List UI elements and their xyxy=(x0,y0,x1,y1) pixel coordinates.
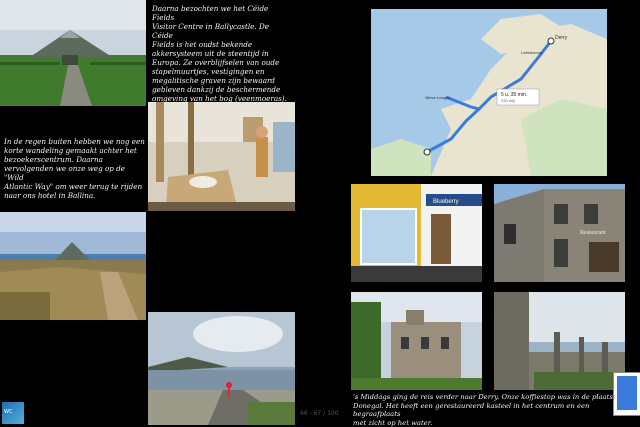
text-walk: In de regen buiten hebben we nog een kor… xyxy=(4,137,145,200)
photo-blueberry-shop: Blueberry xyxy=(351,184,482,282)
map-label-start: Slieve League xyxy=(425,95,451,100)
photo-pyramid-bog xyxy=(0,212,146,320)
logo-icon[interactable]: WC xyxy=(2,402,24,424)
map-label-derry: Derry xyxy=(555,35,568,41)
text-visitor-centre: Daarna bezochten we het Céide Fields Vis… xyxy=(152,4,287,103)
logo-text: WC xyxy=(4,409,13,415)
thumbnail-nav[interactable] xyxy=(613,372,640,416)
photo-pyramid-visitor-centre xyxy=(0,0,146,106)
map-route[interactable]: 5 u. 35 min. 230 mijl Derry Letterkenny … xyxy=(371,9,607,176)
restaurant-sign: Restaurant xyxy=(580,230,606,236)
photo-graveyard-water xyxy=(494,292,625,390)
map-label-letterkenny: Letterkenny xyxy=(521,50,542,55)
photo-road-cloudy-sky xyxy=(148,312,295,425)
photo-donegal-castle xyxy=(351,292,482,390)
text-derry: 's Middags ging de reis verder naar Derr… xyxy=(353,393,613,427)
page-number: 66 - 67 / 100 xyxy=(300,410,339,417)
photo-restaurant-building: Restaurant xyxy=(494,184,625,282)
shop-sign: Blueberry xyxy=(433,199,459,205)
map-route-distance: 230 mijl xyxy=(501,98,515,103)
photo-museum-exhibit xyxy=(148,102,295,211)
